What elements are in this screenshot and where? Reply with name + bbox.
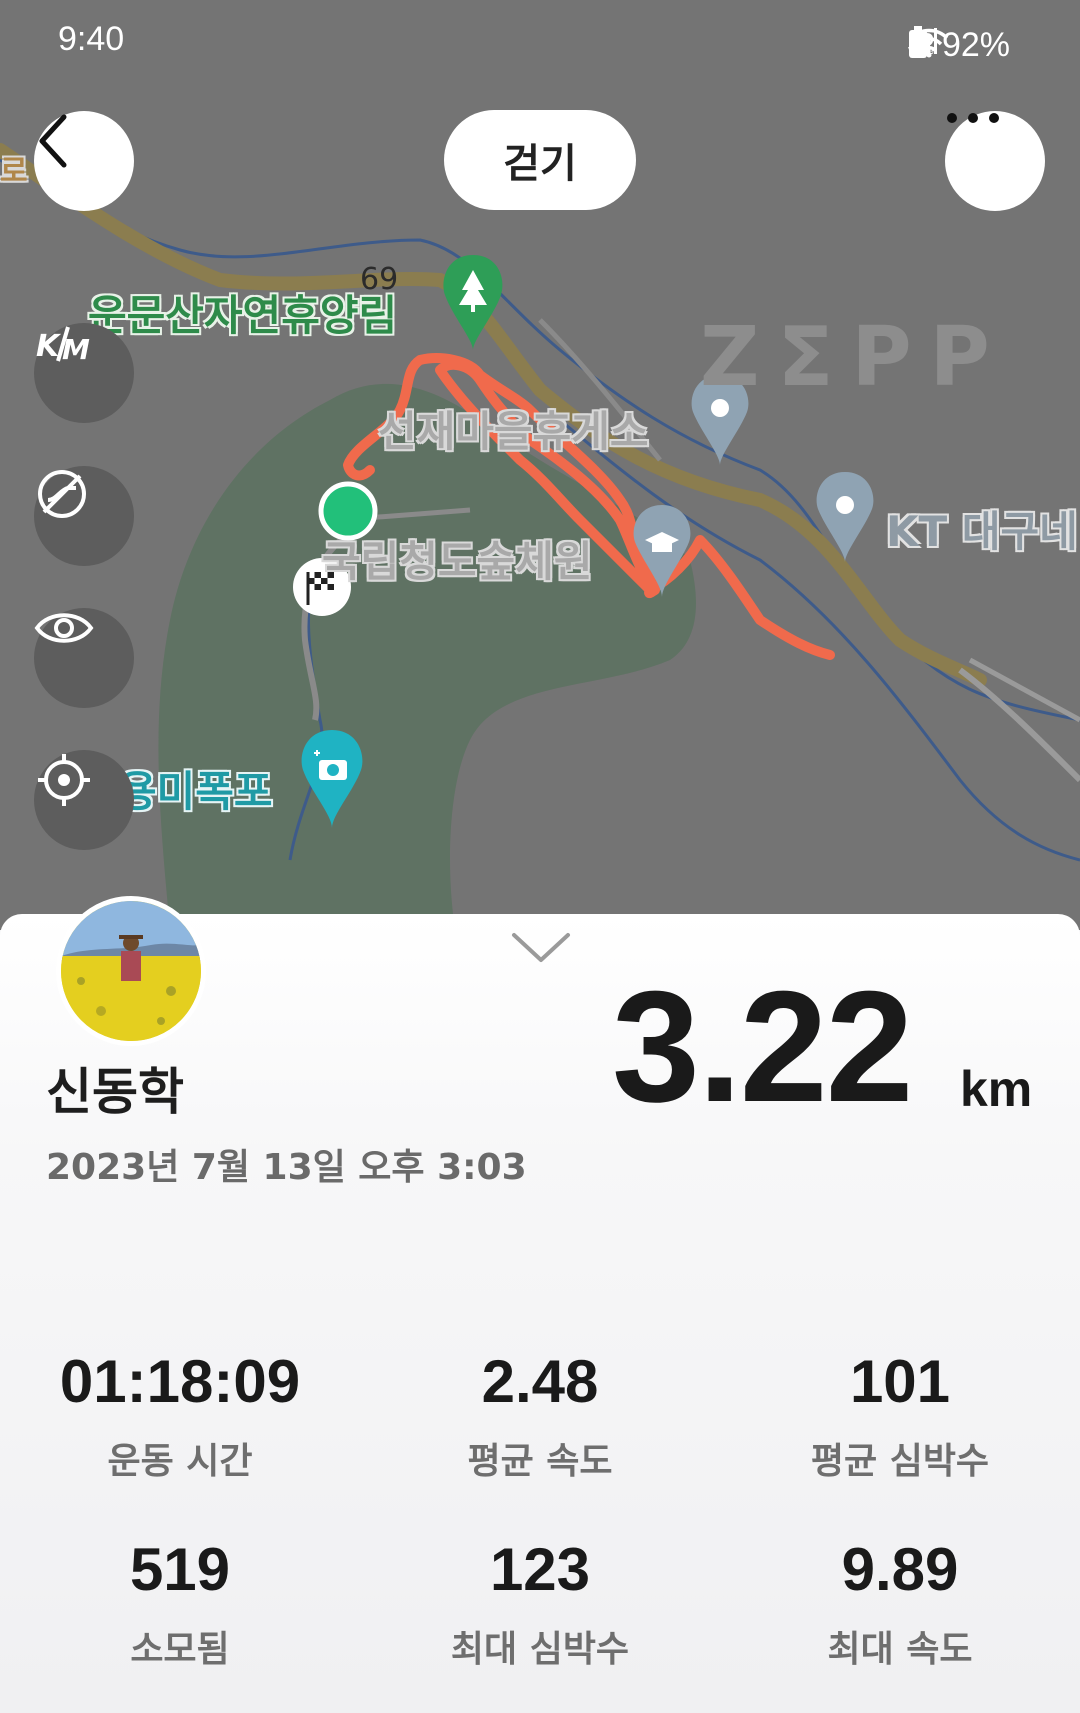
stat-average-speed: 2.48 평균 속도 xyxy=(360,1352,720,1484)
battery-percent: 92% xyxy=(941,26,1010,64)
stat-value: 2.48 xyxy=(481,1348,599,1415)
stat-label: 소모됨 xyxy=(130,1629,230,1670)
map-road-number: 69 xyxy=(360,262,399,297)
route-hide-button[interactable] xyxy=(34,466,134,566)
workout-date: 2023년 7월 13일 오후 3:03 xyxy=(46,1147,527,1188)
stat-label: 평균 속도 xyxy=(467,1441,613,1482)
map-label-rest-area[interactable]: 선재마을휴게소 xyxy=(378,398,648,459)
back-button[interactable] xyxy=(34,111,134,211)
map-label-kt[interactable]: KT 대구네 xyxy=(886,498,1078,559)
stat-value: 01:18:09 xyxy=(59,1348,301,1415)
avatar[interactable] xyxy=(56,896,206,1046)
km-marker-toggle-button[interactable]: K M xyxy=(34,323,134,423)
route-map[interactable]: 운문산자연휴양림 69 선재마을휴게소 국립청도숲체원 용미폭포 KT 대구네 … xyxy=(0,0,1080,930)
stat-average-heart-rate: 101 평균 심박수 xyxy=(720,1352,1080,1484)
stat-calories: 519 소모됨 xyxy=(0,1540,360,1672)
locate-button[interactable] xyxy=(34,750,134,850)
route-hide-icon xyxy=(38,470,86,518)
stat-max-heart-rate: 123 최대 심박수 xyxy=(360,1540,720,1672)
stat-label: 운동 시간 xyxy=(107,1441,253,1482)
more-dots-icon xyxy=(947,113,999,123)
svg-text:M: M xyxy=(62,333,90,363)
stat-label: 평균 심박수 xyxy=(810,1441,990,1482)
map-watermark: ZΣPP xyxy=(700,310,1008,405)
locate-icon xyxy=(38,754,90,806)
stat-label: 최대 속도 xyxy=(827,1629,973,1670)
stat-value: 123 xyxy=(489,1536,591,1603)
more-options-button[interactable] xyxy=(945,111,1045,211)
stat-label: 최대 심박수 xyxy=(450,1629,630,1670)
avatar-photo xyxy=(61,901,201,1041)
status-time: 9:40 xyxy=(58,20,125,58)
eye-icon xyxy=(34,613,94,643)
map-label-waterfall[interactable]: 용미폭포 xyxy=(118,758,273,819)
distance-unit: km xyxy=(960,1061,1033,1117)
visibility-button[interactable] xyxy=(34,608,134,708)
stat-value: 519 xyxy=(129,1536,231,1603)
user-name: 신동학 xyxy=(46,1063,184,1121)
map-label-forest[interactable]: 운문산자연휴양림 xyxy=(88,282,397,343)
stat-value: 101 xyxy=(849,1348,951,1415)
activity-type-title: 걷기 xyxy=(444,110,636,210)
collapse-chevron-icon[interactable] xyxy=(510,930,572,966)
stat-max-speed: 9.89 최대 속도 xyxy=(720,1540,1080,1672)
stat-value: 9.89 xyxy=(841,1536,959,1603)
km-toggle-icon: K M xyxy=(36,326,90,363)
map-label-school[interactable]: 국립청도숲체원 xyxy=(322,528,592,589)
battery-icon xyxy=(908,26,927,58)
distance-value: 3.22 xyxy=(612,959,914,1135)
status-icons: HD Voice 92% xyxy=(908,26,1010,65)
stat-duration: 01:18:09 운동 시간 xyxy=(0,1352,360,1484)
back-arrow-icon xyxy=(39,114,67,168)
map-label-edge: 로 xyxy=(0,154,28,189)
